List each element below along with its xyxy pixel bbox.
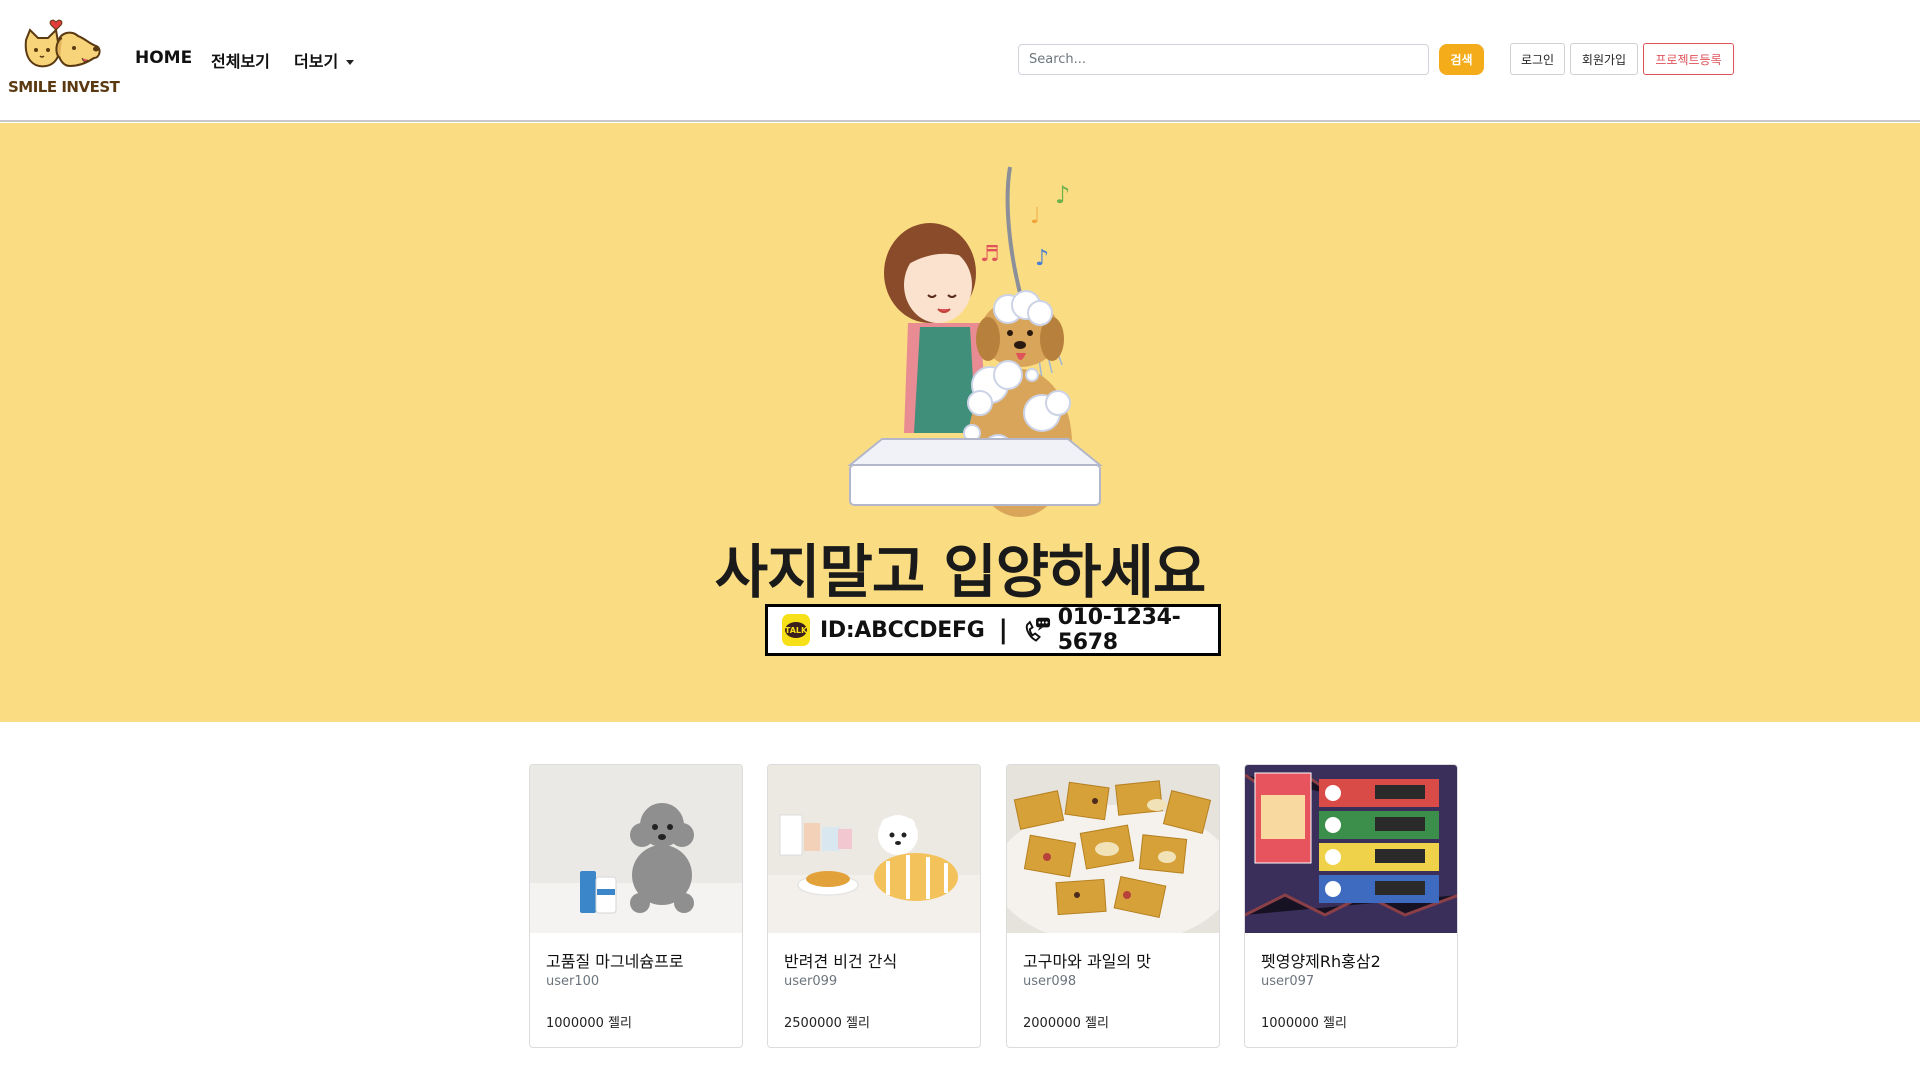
nav-more-dropdown[interactable]: 더보기 [294,48,355,72]
product-user: user098 [1023,974,1077,989]
product-title: 반려견 비건 간식 [784,952,898,971]
nav-more-label: 더보기 [294,52,339,71]
contact-separator: | [998,615,1008,645]
product-price: 1000000 젤리 [546,1016,632,1031]
contact-info-box: TALK ID:ABCCDEFG | 010-1234-5678 [765,604,1221,656]
search-button[interactable]: 검색 [1439,44,1484,75]
product-title: 고구마와 과일의 맛 [1023,952,1151,971]
dog-vegan-snack-photo-icon [768,814,980,933]
kakaotalk-icon: TALK [782,614,811,646]
hero-banner: ♪ ♩ ♬ ♪ 사지말고 입양하세요 TALK ID:ABCCDEFG | 01… [0,123,1920,722]
dog-cat-logo-icon [24,19,101,68]
talk-badge: TALK [785,622,807,638]
svg-text:♪: ♪ [1055,181,1070,209]
search-input[interactable] [1018,44,1429,75]
signup-button[interactable]: 회원가입 [1570,43,1638,75]
product-card[interactable]: 고품질 마그네슘프로 user100 1000000 젤리 [529,764,743,1048]
product-card[interactable]: 펫영양제Rh홍삼2 user097 1000000 젤리 [1244,764,1458,1048]
product-user: user099 [784,974,838,989]
product-card[interactable]: 고구마와 과일의 맛 user098 2000000 젤리 [1006,764,1220,1048]
svg-text:♪: ♪ [1035,246,1049,271]
contact-phone: 010-1234-5678 [1057,605,1181,655]
product-user: user097 [1261,974,1315,989]
product-image [1007,765,1219,933]
product-title: 고품질 마그네슘프로 [546,952,684,971]
login-button[interactable]: 로그인 [1510,43,1565,75]
brand-logo[interactable]: SMILE INVEST [6,18,120,100]
caret-down-icon [346,60,355,65]
kakao-id: ID:ABCCDEFG [820,617,985,643]
brand-name: SMILE INVEST [8,78,120,96]
product-card[interactable]: 반려견 비건 간식 user099 2500000 젤리 [767,764,981,1048]
product-image [1245,765,1457,933]
product-price: 1000000 젤리 [1261,1016,1347,1031]
product-title: 펫영양제Rh홍삼2 [1261,952,1381,971]
dog-bath-illustration-icon: ♪ ♩ ♬ ♪ [847,166,1103,517]
nav-view-all[interactable]: 전체보기 [211,48,270,72]
register-project-button[interactable]: 프로젝트등록 [1643,43,1734,75]
top-navbar: SMILE INVEST HOME 전체보기 더보기 검색 로그인 회원가입 프… [0,0,1920,122]
product-image [530,765,742,933]
svg-text:♩: ♩ [1030,204,1040,229]
phone-icon [1025,617,1051,642]
product-image [768,765,980,933]
hero-slogan: 사지말고 입양하세요 [714,538,1206,606]
product-price: 2500000 젤리 [784,1016,870,1031]
svg-text:♬: ♬ [980,242,1000,267]
product-user: user100 [546,974,600,989]
sweet-potato-snack-photo-icon [1007,780,1219,933]
product-price: 2000000 젤리 [1023,1016,1109,1031]
red-ginseng-supplement-photo-icon [1245,772,1457,917]
poodle-supplement-photo-icon [530,803,742,933]
nav-home[interactable]: HOME [135,48,192,68]
